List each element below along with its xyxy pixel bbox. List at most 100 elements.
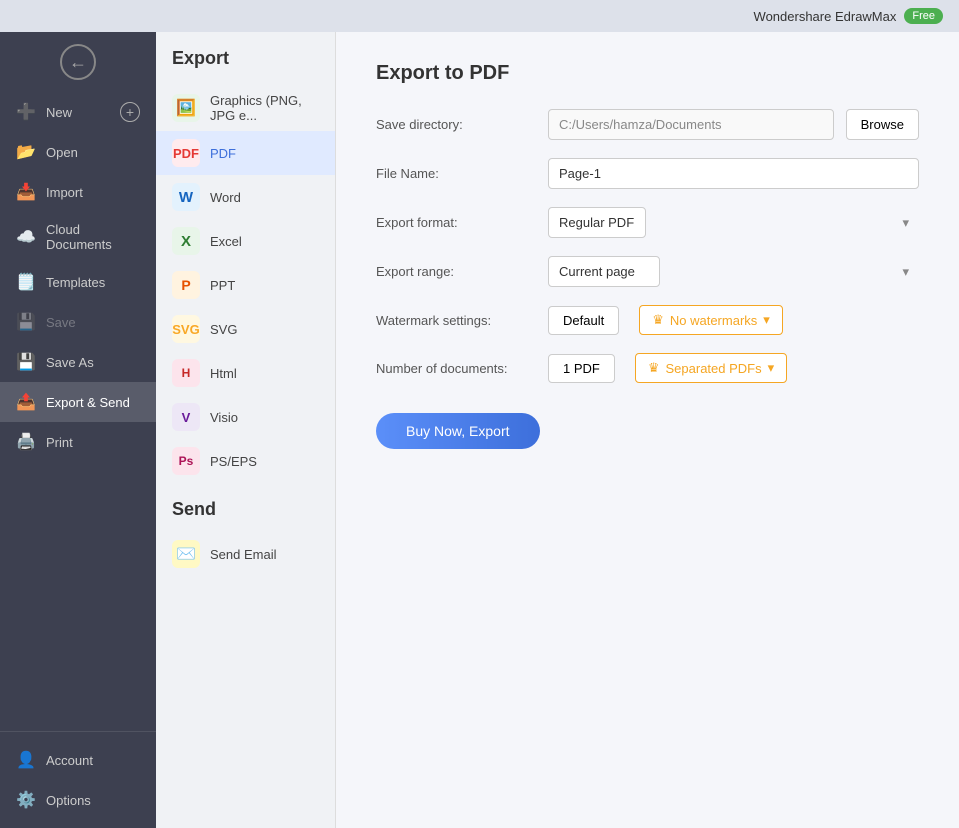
new-add-button[interactable]: +	[120, 102, 140, 122]
word-icon: W	[172, 183, 200, 211]
export-item-graphics[interactable]: 🖼️ Graphics (PNG, JPG e...	[156, 85, 335, 131]
excel-icon: X	[172, 227, 200, 255]
sidebar-item-cloud-label: Cloud Documents	[46, 222, 140, 252]
title-bar: Wondershare EdrawMax Free	[0, 0, 959, 32]
visio-icon: V	[172, 403, 200, 431]
print-icon: 🖨️	[16, 432, 36, 452]
separated-crown-icon: ♛	[648, 360, 660, 376]
sidebar-item-cloud[interactable]: ☁️ Cloud Documents	[0, 212, 156, 262]
watermark-row: Watermark settings: Default ♛ No waterma…	[376, 305, 919, 335]
export-format-label: Export format:	[376, 215, 536, 230]
num-docs-row: Number of documents: 1 PDF ♛ Separated P…	[376, 353, 919, 383]
back-button-container[interactable]: ←	[0, 32, 156, 92]
app-name: Wondershare EdrawMax	[754, 9, 897, 24]
sidebar-item-account[interactable]: 👤 Account	[0, 740, 156, 780]
watermark-select-label: No watermarks	[670, 313, 757, 328]
watermark-label: Watermark settings:	[376, 313, 536, 328]
watermark-default-button[interactable]: Default	[548, 306, 619, 335]
export-item-word-label: Word	[210, 190, 241, 205]
open-icon: 📂	[16, 142, 36, 162]
save-directory-input[interactable]	[548, 109, 834, 140]
sidebar-item-export[interactable]: 📤 Export & Send	[0, 382, 156, 422]
sidebar-item-save-label: Save	[46, 315, 76, 330]
sidebar-items: ➕ New + 📂 Open 📥 Import ☁️ Cloud Documen…	[0, 92, 156, 731]
sidebar-item-new[interactable]: ➕ New +	[0, 92, 156, 132]
export-item-visio[interactable]: V Visio	[156, 395, 335, 439]
file-name-input[interactable]	[548, 158, 919, 189]
export-item-sendemail-label: Send Email	[210, 547, 276, 562]
account-icon: 👤	[16, 750, 36, 770]
sidebar-item-templates-label: Templates	[46, 275, 105, 290]
export-range-row: Export range: Current page All pages Sel…	[376, 256, 919, 287]
save-icon: 💾	[16, 312, 36, 332]
sidebar-item-saveas[interactable]: 💾 Save As	[0, 342, 156, 382]
file-name-label: File Name:	[376, 166, 536, 181]
watermark-crown-icon: ♛	[652, 312, 664, 328]
export-format-row: Export format: Regular PDF PDF/A PDF/X	[376, 207, 919, 238]
export-item-visio-label: Visio	[210, 410, 238, 425]
sidebar-item-new-label: New	[46, 105, 72, 120]
sidebar-item-saveas-label: Save As	[46, 355, 94, 370]
import-icon: 📥	[16, 182, 36, 202]
templates-icon: 🗒️	[16, 272, 36, 292]
separated-button[interactable]: ♛ Separated PDFs ▾	[635, 353, 787, 383]
export-format-wrapper: Regular PDF PDF/A PDF/X	[548, 207, 919, 238]
svg-icon: SVG	[172, 315, 200, 343]
export-item-svg-label: SVG	[210, 322, 237, 337]
export-format-select[interactable]: Regular PDF PDF/A PDF/X	[548, 207, 646, 238]
saveas-icon: 💾	[16, 352, 36, 372]
export-panel-title: Export	[156, 48, 335, 85]
export-item-html-label: Html	[210, 366, 237, 381]
export-item-sendemail[interactable]: ✉️ Send Email	[156, 532, 335, 576]
sidebar-item-import[interactable]: 📥 Import	[0, 172, 156, 212]
options-icon: ⚙️	[16, 790, 36, 810]
export-item-html[interactable]: H Html	[156, 351, 335, 395]
export-item-pseps[interactable]: Ps PS/EPS	[156, 439, 335, 483]
buy-now-button[interactable]: Buy Now, Export	[376, 413, 540, 449]
html-icon: H	[172, 359, 200, 387]
sidebar-item-open-label: Open	[46, 145, 78, 160]
watermark-dropdown-icon: ▾	[763, 312, 770, 328]
back-button[interactable]: ←	[60, 44, 96, 80]
export-item-pdf[interactable]: PDF PDF	[156, 131, 335, 175]
export-item-svg[interactable]: SVG SVG	[156, 307, 335, 351]
email-icon: ✉️	[172, 540, 200, 568]
doc-count-button[interactable]: 1 PDF	[548, 354, 615, 383]
export-item-pdf-label: PDF	[210, 146, 236, 161]
watermark-select-button[interactable]: ♛ No watermarks ▾	[639, 305, 783, 335]
sidebar-item-import-label: Import	[46, 185, 83, 200]
browse-button[interactable]: Browse	[846, 109, 919, 140]
separated-label: Separated PDFs	[666, 361, 762, 376]
new-icon: ➕	[16, 102, 36, 122]
send-section-title: Send	[156, 483, 335, 532]
sidebar-item-options[interactable]: ⚙️ Options	[0, 780, 156, 820]
export-to-title: Export to PDF	[376, 62, 919, 85]
save-directory-label: Save directory:	[376, 117, 536, 132]
export-icon: 📤	[16, 392, 36, 412]
sidebar-item-templates[interactable]: 🗒️ Templates	[0, 262, 156, 302]
sidebar-item-account-label: Account	[46, 753, 93, 768]
sidebar-item-open[interactable]: 📂 Open	[0, 132, 156, 172]
num-docs-label: Number of documents:	[376, 361, 536, 376]
sidebar-item-print-label: Print	[46, 435, 73, 450]
export-range-label: Export range:	[376, 264, 536, 279]
export-range-wrapper: Current page All pages Selected pages	[548, 256, 919, 287]
ps-icon: Ps	[172, 447, 200, 475]
free-badge: Free	[904, 8, 943, 24]
sidebar-item-export-label: Export & Send	[46, 395, 130, 410]
cloud-icon: ☁️	[16, 227, 36, 247]
export-item-ppt-label: PPT	[210, 278, 235, 293]
save-directory-row: Save directory: Browse	[376, 109, 919, 140]
export-item-excel[interactable]: X Excel	[156, 219, 335, 263]
sidebar-item-options-label: Options	[46, 793, 91, 808]
ppt-icon: P	[172, 271, 200, 299]
separated-dropdown-icon: ▾	[768, 360, 775, 376]
export-item-excel-label: Excel	[210, 234, 242, 249]
export-item-graphics-label: Graphics (PNG, JPG e...	[210, 93, 319, 123]
export-item-word[interactable]: W Word	[156, 175, 335, 219]
sidebar-item-print[interactable]: 🖨️ Print	[0, 422, 156, 462]
graphics-icon: 🖼️	[172, 94, 200, 122]
export-range-select[interactable]: Current page All pages Selected pages	[548, 256, 660, 287]
app-body: ← ➕ New + 📂 Open 📥 Import ☁️ Cloud Docum…	[0, 32, 959, 828]
export-item-ppt[interactable]: P PPT	[156, 263, 335, 307]
